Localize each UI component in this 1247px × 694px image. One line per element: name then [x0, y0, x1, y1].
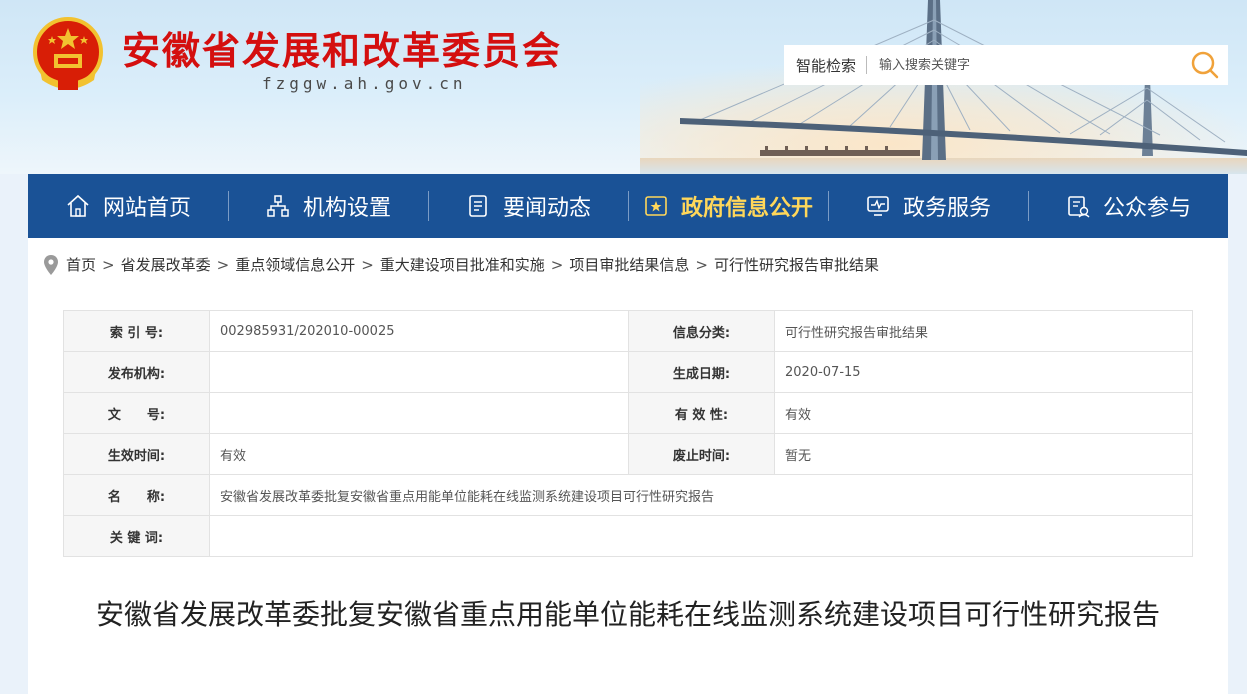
nav-label: 网站首页 — [102, 196, 191, 221]
site-domain: fzggw.ah.gov.cn — [262, 74, 467, 93]
news-icon — [469, 195, 487, 217]
breadcrumb-commission[interactable]: 省发展改革委 — [121, 254, 211, 275]
site-header: 安徽省发展和改革委员会 fzggw.ah.gov.cn 智能检索 — [0, 0, 1247, 174]
main-content: 首页 > 省发展改革委 > 重点领域信息公开 > 重大建设项目批准和实施 > 项… — [28, 238, 1228, 694]
article-title: 安徽省发展改革委批复安徽省重点用能单位能耗在线监测系统建设项目可行性研究报告 — [95, 598, 1160, 631]
keywords-label: 关 键 词: — [63, 515, 210, 557]
breadcrumb-key-areas[interactable]: 重点领域信息公开 — [235, 254, 355, 275]
breadcrumb-separator: > — [361, 255, 374, 274]
bridge-banner-image — [640, 0, 1247, 174]
info-board-icon — [645, 196, 667, 216]
date-label: 生成日期: — [628, 351, 775, 393]
nav-label: 政务服务 — [902, 196, 991, 221]
publisher-value — [209, 351, 629, 393]
date-value: 2020-07-15 — [774, 351, 1193, 393]
nav-item-government-info[interactable]: 政府信息公开 — [628, 174, 828, 238]
search-divider — [866, 56, 868, 74]
validity-value: 有效 — [774, 392, 1193, 434]
nav-item-home[interactable]: 网站首页 — [28, 174, 228, 238]
search-icon — [1191, 51, 1219, 79]
publisher-label: 发布机构: — [63, 351, 210, 393]
smart-search-label[interactable]: 智能检索 — [784, 55, 866, 76]
table-row: 发布机构: 生成日期: 2020-07-15 — [63, 351, 1193, 393]
table-row: 名 称: 安徽省发展改革委批复安徽省重点用能单位能耗在线监测系统建设项目可行性研… — [63, 474, 1193, 516]
org-chart-icon — [267, 195, 289, 217]
name-label: 名 称: — [63, 474, 210, 516]
table-row: 生效时间: 有效 废止时间: 暂无 — [63, 433, 1193, 475]
breadcrumb-separator: > — [550, 255, 564, 274]
effective-time-label: 生效时间: — [63, 433, 210, 475]
search-button[interactable] — [1182, 45, 1228, 85]
nav-label: 机构设置 — [302, 196, 391, 221]
nav-label: 公众参与 — [1102, 196, 1191, 221]
table-row: 文 号: 有 效 性: 有效 — [63, 392, 1193, 434]
site-title: 安徽省发展和改革委员会 — [122, 28, 563, 73]
breadcrumb-approval-results[interactable]: 项目审批结果信息 — [569, 254, 689, 275]
index-number-label: 索 引 号: — [63, 310, 210, 352]
breadcrumb-separator: > — [695, 255, 708, 274]
breadcrumb-major-projects[interactable]: 重大建设项目批准和实施 — [380, 254, 545, 275]
breadcrumb-separator: > — [102, 255, 115, 274]
search-box: 智能检索 — [784, 45, 1228, 85]
table-row: 关 键 词: — [63, 515, 1193, 557]
nav-label: 政府信息公开 — [680, 196, 813, 221]
validity-label: 有 效 性: — [628, 392, 775, 434]
keywords-value — [209, 515, 1193, 557]
nav-item-participation[interactable]: 公众参与 — [1028, 174, 1228, 238]
home-icon — [67, 194, 89, 217]
name-value: 安徽省发展改革委批复安徽省重点用能单位能耗在线监测系统建设项目可行性研究报告 — [209, 474, 1193, 516]
category-value: 可行性研究报告审批结果 — [774, 310, 1193, 352]
monitor-service-icon — [867, 196, 889, 216]
breadcrumb: 首页 > 省发展改革委 > 重点领域信息公开 > 重大建设项目批准和实施 > 项… — [44, 254, 879, 275]
nav-item-organization[interactable]: 机构设置 — [228, 174, 428, 238]
index-number-value: 002985931/202010-00025 — [209, 310, 629, 352]
category-label: 信息分类: — [628, 310, 775, 352]
breadcrumb-separator: > — [216, 255, 230, 274]
table-row: 索 引 号: 002985931/202010-00025 信息分类: 可行性研… — [63, 310, 1193, 352]
document-meta-table: 索 引 号: 002985931/202010-00025 信息分类: 可行性研… — [63, 310, 1193, 557]
breadcrumb-home[interactable]: 首页 — [66, 254, 96, 275]
national-emblem-icon — [33, 17, 103, 90]
participation-icon — [1068, 196, 1090, 218]
main-nav: 网站首页 机构设置 要闻动态 政府信息公开 政务服务 公众参与 — [28, 174, 1228, 238]
expire-time-label: 废止时间: — [628, 433, 775, 475]
expire-time-value: 暂无 — [774, 433, 1193, 475]
nav-label: 要闻动态 — [502, 196, 591, 221]
effective-time-value: 有效 — [209, 433, 629, 475]
breadcrumb-feasibility-reports[interactable]: 可行性研究报告审批结果 — [714, 254, 879, 275]
location-pin-icon — [44, 254, 58, 275]
nav-item-news[interactable]: 要闻动态 — [428, 174, 628, 238]
doc-number-label: 文 号: — [63, 392, 210, 434]
search-input[interactable] — [879, 57, 1182, 73]
nav-item-services[interactable]: 政务服务 — [828, 174, 1028, 238]
doc-number-value — [209, 392, 629, 434]
